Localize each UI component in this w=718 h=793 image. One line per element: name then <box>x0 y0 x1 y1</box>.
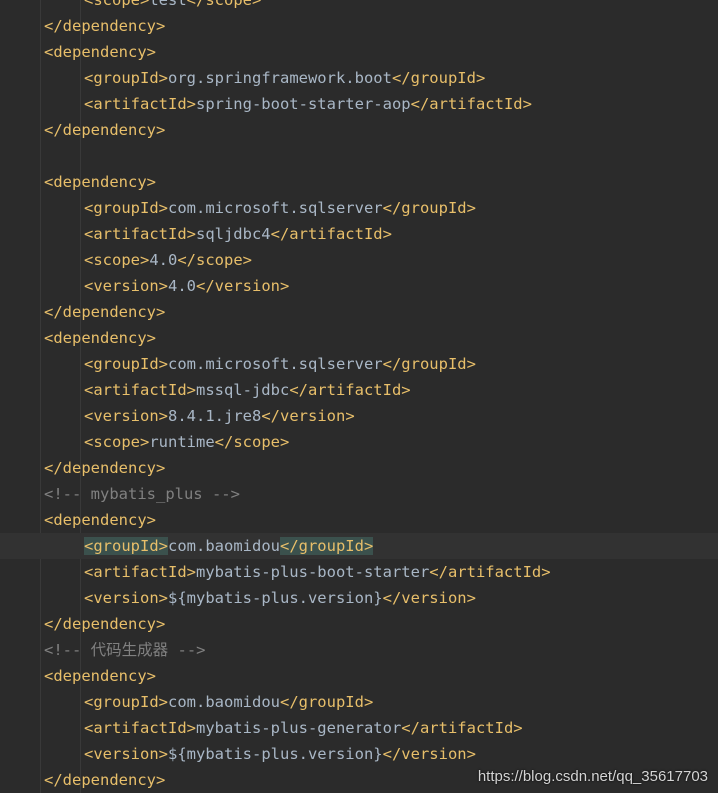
xml-open-tag: <dependency> <box>44 511 156 529</box>
code-line[interactable]: <version>4.0</version> <box>0 273 718 299</box>
code-line[interactable]: <groupId>com.baomidou</groupId> <box>0 533 718 559</box>
code-line[interactable]: <dependency> <box>0 169 718 195</box>
xml-close-tag: </dependency> <box>44 459 166 477</box>
xml-close-tag: </version> <box>382 745 476 763</box>
code-line[interactable]: <groupId>org.springframework.boot</group… <box>0 65 718 91</box>
xml-text-value: 8.4.1.jre8 <box>168 407 262 425</box>
xml-text-value: com.microsoft.sqlserver <box>168 199 383 217</box>
xml-close-tag: </dependency> <box>44 615 166 633</box>
xml-close-tag: </groupId> <box>382 199 476 217</box>
watermark: https://blog.csdn.net/qq_35617703 <box>477 768 708 785</box>
xml-text-value: sqljdbc4 <box>195 225 271 243</box>
code-line[interactable]: <artifactId>mybatis-plus-boot-starter</a… <box>0 559 718 585</box>
xml-open-tag: <artifactId> <box>84 381 196 399</box>
xml-text-value: com.baomidou <box>168 537 280 555</box>
code-line[interactable]: <dependency> <box>0 663 718 689</box>
code-line[interactable]: </dependency> <box>0 611 718 637</box>
xml-open-tag: <version> <box>84 745 168 763</box>
xml-close-tag: </artifactId> <box>270 225 392 243</box>
code-line[interactable]: </dependency> <box>0 455 718 481</box>
xml-text-value: org.springframework.boot <box>168 69 392 87</box>
xml-text-value: com.microsoft.sqlserver <box>168 355 383 373</box>
xml-close-tag: </groupId> <box>391 69 486 87</box>
xml-close-tag: </scope> <box>177 251 252 269</box>
xml-text-value: com.baomidou <box>168 693 280 711</box>
code-line[interactable]: </dependency> <box>0 13 718 39</box>
xml-close-tag: </scope> <box>186 0 262 9</box>
xml-close-tag: </dependency> <box>44 303 166 321</box>
xml-close-tag: </artifactId> <box>429 563 551 581</box>
xml-open-tag: <artifactId> <box>84 225 196 243</box>
code-line[interactable]: <groupId>com.microsoft.sqlserver</groupI… <box>0 351 718 377</box>
xml-open-tag: <dependency> <box>44 43 156 61</box>
xml-open-tag: <version> <box>84 407 168 425</box>
xml-text-value: test <box>149 0 187 9</box>
xml-close-tag: </version> <box>382 589 476 607</box>
code-line[interactable]: <artifactId>sqljdbc4</artifactId> <box>0 221 718 247</box>
xml-open-tag: <groupId> <box>84 537 168 555</box>
code-line[interactable]: <artifactId>spring-boot-starter-aop</art… <box>0 91 718 117</box>
xml-comment: <!-- mybatis_plus --> <box>44 485 240 503</box>
code-line[interactable]: <version>${mybatis-plus.version}</versio… <box>0 741 718 767</box>
code-line[interactable]: <groupId>com.microsoft.sqlserver</groupI… <box>0 195 718 221</box>
xml-open-tag: <version> <box>84 277 168 295</box>
xml-open-tag: <dependency> <box>44 667 156 685</box>
xml-open-tag: <artifactId> <box>84 95 196 113</box>
code-line[interactable]: <scope>4.0</scope> <box>0 247 718 273</box>
xml-close-tag: </version> <box>196 277 290 295</box>
code-line[interactable]: <artifactId>mssql-jdbc</artifactId> <box>0 377 718 403</box>
xml-close-tag: </artifactId> <box>410 95 532 113</box>
xml-close-tag: </dependency> <box>44 121 166 139</box>
code-line[interactable] <box>0 143 718 169</box>
code-line[interactable]: <dependency> <box>0 325 718 351</box>
code-editor[interactable]: <scope>test</scope> </dependency> <depende… <box>0 0 718 793</box>
xml-close-tag: </dependency> <box>44 771 166 789</box>
xml-close-tag: </scope> <box>214 433 290 451</box>
xml-close-tag: </groupId> <box>279 537 374 555</box>
xml-text-value: runtime <box>149 433 215 451</box>
xml-close-tag: </version> <box>261 407 355 425</box>
xml-close-tag: </groupId> <box>382 355 476 373</box>
code-line[interactable]: <dependency> <box>0 39 718 65</box>
xml-open-tag: <groupId> <box>84 69 168 87</box>
xml-comment: <!-- 代码生成器 --> <box>44 641 206 659</box>
xml-text-value: mssql-jdbc <box>195 381 290 399</box>
xml-close-tag: </artifactId> <box>289 381 411 399</box>
xml-text-value: mybatis-plus-boot-starter <box>195 563 430 581</box>
xml-open-tag: <groupId> <box>84 355 168 373</box>
xml-text-value: 4.0 <box>149 251 178 269</box>
xml-open-tag: <artifactId> <box>84 563 196 581</box>
xml-open-tag: <dependency> <box>44 329 156 347</box>
code-line[interactable]: <version>${mybatis-plus.version}</versio… <box>0 585 718 611</box>
code-line[interactable]: <dependency> <box>0 507 718 533</box>
xml-open-tag: <scope> <box>84 0 150 9</box>
code-line[interactable]: <scope>test</scope> <box>0 0 718 13</box>
xml-text-value: ${mybatis-plus.version} <box>168 745 383 763</box>
xml-text-value: mybatis-plus-generator <box>195 719 402 737</box>
xml-open-tag: <groupId> <box>84 693 168 711</box>
code-line[interactable]: <scope>runtime</scope> <box>0 429 718 455</box>
code-line[interactable]: </dependency> <box>0 117 718 143</box>
xml-open-tag: <scope> <box>84 433 150 451</box>
code-line[interactable]: <groupId>com.baomidou</groupId> <box>0 689 718 715</box>
xml-text-value: ${mybatis-plus.version} <box>168 589 383 607</box>
xml-open-tag: <dependency> <box>44 173 156 191</box>
xml-text-value: spring-boot-starter-aop <box>195 95 411 113</box>
xml-close-tag: </dependency> <box>44 17 166 35</box>
xml-close-tag: </artifactId> <box>401 719 523 737</box>
xml-open-tag: <version> <box>84 589 168 607</box>
code-line[interactable]: </dependency> <box>0 299 718 325</box>
code-line[interactable]: <!-- 代码生成器 --> <box>0 637 718 663</box>
xml-open-tag: <groupId> <box>84 199 168 217</box>
xml-open-tag: <artifactId> <box>84 719 196 737</box>
code-line[interactable]: <!-- mybatis_plus --> <box>0 481 718 507</box>
code-line[interactable]: <version>8.4.1.jre8</version> <box>0 403 718 429</box>
xml-open-tag: <scope> <box>84 251 150 269</box>
xml-close-tag: </groupId> <box>279 693 374 711</box>
code-line[interactable]: <artifactId>mybatis-plus-generator</arti… <box>0 715 718 741</box>
xml-text-value: 4.0 <box>168 277 196 295</box>
